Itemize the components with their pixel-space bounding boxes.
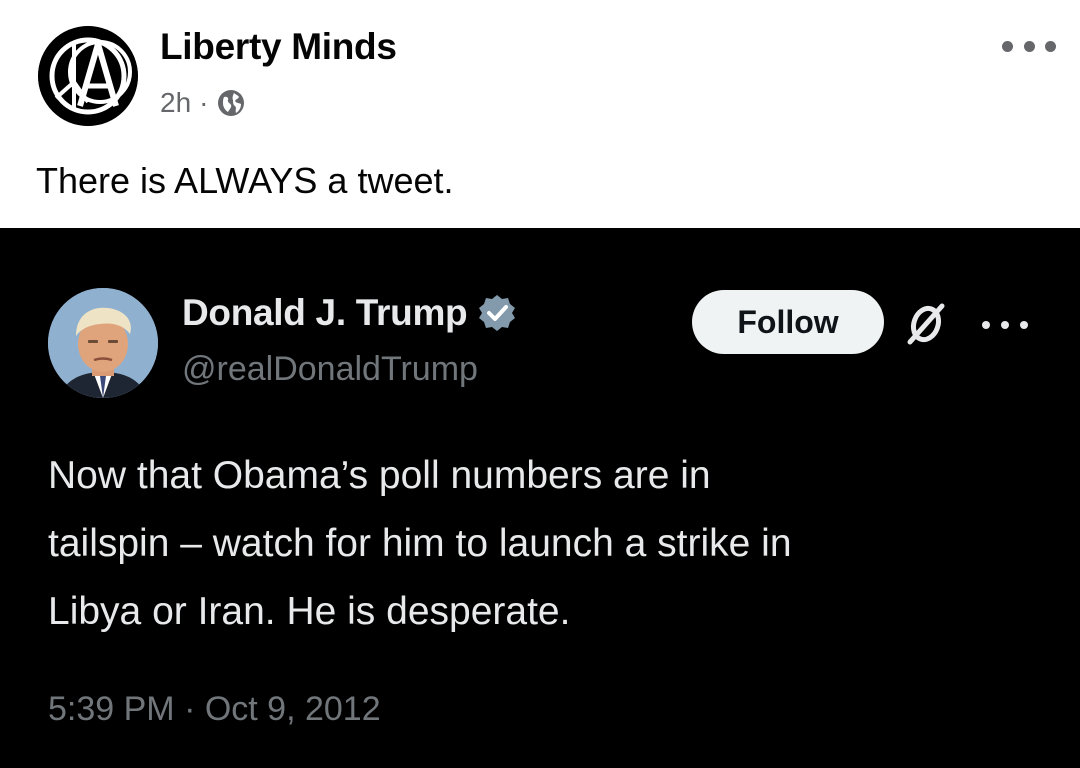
portrait-icon (48, 288, 158, 398)
tweet-author-handle[interactable]: @realDonaldTrump (182, 350, 478, 389)
x-logo-icon[interactable] (904, 302, 948, 346)
tweet-author-row: Donald J. Trump (182, 292, 517, 334)
verified-badge-icon[interactable] (477, 293, 517, 333)
embedded-tweet: Donald J. Trump @realDonaldTrump Follow … (0, 228, 1080, 768)
follow-button[interactable]: Follow (692, 290, 884, 354)
meta-separator: · (199, 87, 209, 118)
post-meta: 2h · (160, 86, 246, 120)
post-text: There is ALWAYS a tweet. (36, 160, 454, 201)
dot (1001, 321, 1009, 329)
page-avatar[interactable] (38, 26, 138, 126)
post-time[interactable]: 2h (160, 87, 191, 119)
page-name[interactable]: Liberty Minds (160, 26, 397, 68)
tweet-author-name[interactable]: Donald J. Trump (182, 292, 468, 334)
dot (1023, 40, 1035, 52)
tweet-timestamp[interactable]: 5:39 PM · Oct 9, 2012 (48, 690, 381, 729)
facebook-post-header: Liberty Minds 2h · There is ALWAYS a twe… (0, 0, 1080, 228)
dot (1020, 321, 1028, 329)
dot (1002, 40, 1013, 52)
tweet-author-avatar[interactable] (48, 288, 158, 398)
dot (982, 321, 990, 329)
dot (1045, 40, 1056, 52)
tweet-text: Now that Obama’s poll numbers are in tai… (48, 454, 792, 633)
anarchy-peace-logo-icon (38, 26, 138, 126)
post-options-button[interactable] (1002, 36, 1056, 56)
tweet-options-button[interactable] (982, 320, 1028, 330)
globe-icon[interactable] (216, 88, 246, 118)
